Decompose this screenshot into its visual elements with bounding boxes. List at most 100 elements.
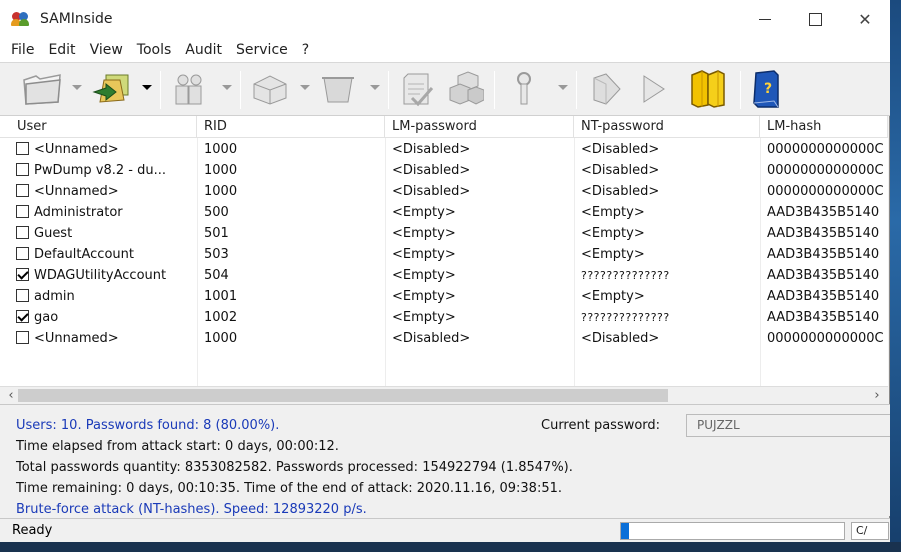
row-checkbox[interactable] (16, 205, 29, 218)
table-row[interactable]: WDAGUtilityAccount 504 <Empty>????????????… (0, 265, 888, 286)
key-icon[interactable] (508, 69, 540, 109)
open-folder-icon[interactable] (20, 69, 66, 109)
lm-password-text: <Empty> (392, 205, 456, 220)
maximize-button[interactable] (790, 0, 840, 38)
close-button[interactable]: ✕ (840, 0, 890, 38)
row-checkbox[interactable] (16, 142, 29, 155)
lm-hash-cell: AAD3B435B5140 (760, 202, 888, 223)
toolbar: ? (0, 62, 890, 116)
nt-password-text: ?????????????? (581, 311, 670, 324)
scroll-thumb[interactable] (18, 389, 668, 402)
users-icon[interactable] (170, 69, 210, 109)
user-cell: gao (10, 307, 197, 328)
status-attack-type: Brute-force attack (NT-hashes). Speed: 1… (16, 502, 367, 517)
report-icon[interactable] (398, 69, 438, 109)
column-header-nt-password[interactable]: NT-password (574, 116, 760, 138)
row-checkbox[interactable] (16, 184, 29, 197)
key-dropdown-icon[interactable] (558, 85, 568, 90)
delete-icon[interactable] (316, 69, 360, 109)
users-table: User RID LM-password NT-password LM-hash… (0, 116, 888, 386)
save-dropdown-icon[interactable] (300, 85, 310, 90)
nt-password-text: <Empty> (581, 205, 645, 220)
rid-cell: 1000 (197, 139, 385, 160)
table-row[interactable]: PwDump v8.2 - du... 1000 <Disabled> <Disabl… (0, 160, 888, 181)
table-row[interactable]: gao 1002 <Empty>?????????????? AAD3B435B514… (0, 307, 888, 328)
save-icon[interactable] (248, 69, 292, 109)
help-book-icon[interactable]: ? (750, 69, 782, 109)
row-checkbox[interactable] (16, 331, 29, 344)
import-dropdown-icon[interactable] (142, 85, 152, 90)
nt-password-text: <Empty> (581, 226, 645, 241)
lm-password-text: <Empty> (392, 310, 456, 325)
menu-help[interactable]: ? (295, 42, 316, 58)
table-row[interactable]: Guest 501 <Empty> <Empty> AAD3B435B5140 (0, 223, 888, 244)
lm-password-cell: <Disabled> (385, 160, 574, 181)
table-row[interactable]: <Unnamed> 1000 <Disabled> <Disabled> 0000000… (0, 181, 888, 202)
import-icon[interactable] (92, 69, 132, 109)
menu-tools[interactable]: Tools (130, 42, 179, 58)
lm-password-text: <Disabled> (392, 142, 471, 157)
delete-dropdown-icon[interactable] (370, 85, 380, 90)
rid-text: 501 (204, 226, 229, 241)
column-header-lm-hash[interactable]: LM-hash (760, 116, 888, 138)
start-icon[interactable] (586, 69, 626, 109)
lm-password-text: <Empty> (392, 226, 456, 241)
nt-password-cell: <Disabled> (574, 328, 760, 349)
status-users-found: Users: 10. Passwords found: 8 (80.00%). (16, 418, 280, 433)
nt-password-cell: <Empty> (574, 202, 760, 223)
column-header-user[interactable]: User (10, 116, 197, 138)
table-row[interactable]: DefaultAccount 503 <Empty> <Empty> AAD3B435B… (0, 244, 888, 265)
lm-hash-text: AAD3B435B5140 (767, 226, 880, 241)
user-cell: PwDump v8.2 - du... (10, 160, 197, 181)
play-icon[interactable] (636, 69, 668, 109)
row-checkbox[interactable] (16, 310, 29, 323)
menu-view[interactable]: View (83, 42, 130, 58)
column-header-lm-password[interactable]: LM-password (385, 116, 574, 138)
user-cell: Guest (10, 223, 197, 244)
rid-text: 1000 (204, 142, 238, 157)
menu-audit[interactable]: Audit (178, 42, 229, 58)
nt-password-text: <Disabled> (581, 142, 660, 157)
nt-password-cell: <Disabled> (574, 181, 760, 202)
lm-hash-cell: AAD3B435B5140 (760, 244, 888, 265)
lm-password-cell: <Empty> (385, 307, 574, 328)
open-dropdown-icon[interactable] (72, 85, 82, 90)
rid-text: 1002 (204, 310, 238, 325)
nt-password-text: <Disabled> (581, 163, 660, 178)
current-password-field: PUJZZL (686, 414, 890, 437)
table-row[interactable]: admin 1001 <Empty> <Empty> AAD3B435B5140 (0, 286, 888, 307)
row-checkbox[interactable] (16, 163, 29, 176)
table-row[interactable]: <Unnamed> 1000 <Disabled> <Disabled> 0000000… (0, 328, 888, 349)
table-row[interactable]: Administrator 500 <Empty> <Empty> AAD3B435B5… (0, 202, 888, 223)
status-time-remaining: Time remaining: 0 days, 00:10:35. Time o… (16, 481, 562, 496)
user-cell: WDAGUtilityAccount (10, 265, 197, 286)
title-bar[interactable]: SAMInside ✕ (0, 0, 890, 38)
users-dropdown-icon[interactable] (222, 85, 232, 90)
lm-hash-text: 0000000000000C (767, 331, 884, 346)
column-header-rid[interactable]: RID (197, 116, 385, 138)
rid-text: 1000 (204, 163, 238, 178)
table-row[interactable]: <Unnamed> 1000 <Disabled> <Disabled> 0000000… (0, 139, 888, 160)
row-checkbox[interactable] (16, 289, 29, 302)
menu-file[interactable]: File (4, 42, 41, 58)
lm-hash-cell: 0000000000000C (760, 181, 888, 202)
lm-hash-cell: 0000000000000C (760, 328, 888, 349)
lm-password-cell: <Disabled> (385, 181, 574, 202)
lm-password-text: <Empty> (392, 268, 456, 283)
row-checkbox[interactable] (16, 247, 29, 260)
horizontal-scrollbar[interactable]: ‹ › (0, 386, 888, 404)
boxes-icon[interactable] (444, 69, 484, 109)
app-users-icon (11, 12, 30, 26)
pause-icon[interactable] (688, 69, 726, 109)
row-checkbox[interactable] (16, 226, 29, 239)
menu-service[interactable]: Service (229, 42, 295, 58)
lm-password-text: <Empty> (392, 247, 456, 262)
svg-text:?: ? (764, 81, 772, 97)
scroll-right-icon[interactable]: › (868, 387, 886, 405)
nt-password-text: <Empty> (581, 247, 645, 262)
minimize-button[interactable] (740, 0, 790, 38)
nt-password-text: ?????????????? (581, 269, 670, 282)
menu-edit[interactable]: Edit (41, 42, 82, 58)
row-checkbox[interactable] (16, 268, 29, 281)
rid-text: 1000 (204, 331, 238, 346)
